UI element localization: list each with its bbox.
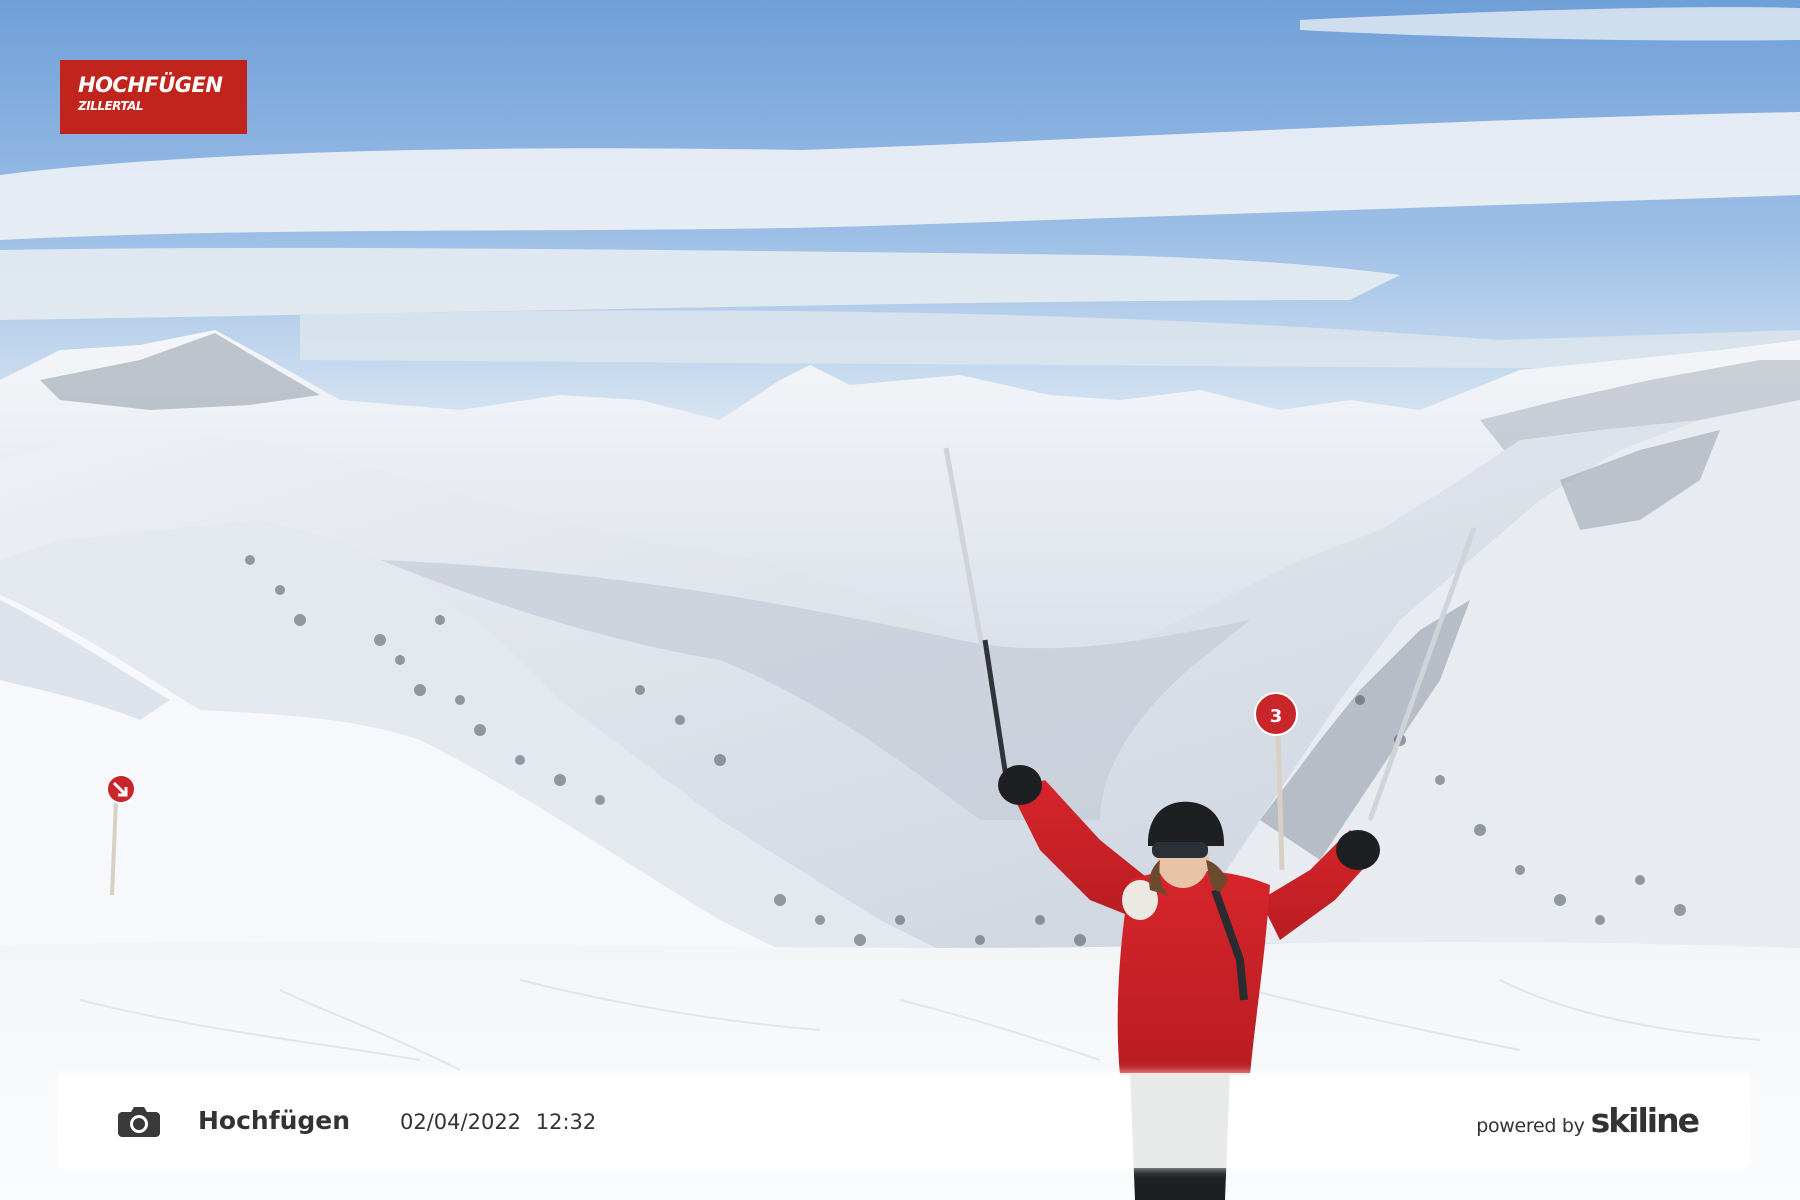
- glove-left: [998, 765, 1042, 805]
- piste-number: 3: [1270, 706, 1283, 727]
- logo-subtitle: ZILLERTAL: [78, 99, 144, 113]
- skiline-logo: skiline: [1590, 1101, 1700, 1140]
- skier-goggles: [1152, 842, 1208, 858]
- camera-icon: [118, 1107, 160, 1137]
- glove-right: [1336, 830, 1380, 870]
- mountain-scene: 3: [0, 0, 1800, 1200]
- timestamp: 02/04/2022 12:32: [400, 1110, 596, 1134]
- webcam-photo: 3 HOCHFÜGEN ZILLERTAL Hochfügen 02/04/20…: [0, 0, 1800, 1200]
- photo-time: 12:32: [535, 1110, 597, 1134]
- location-name: Hochfügen: [198, 1106, 351, 1135]
- powered-by-label: powered by: [1476, 1115, 1585, 1137]
- powered-by-credit: powered by skiline: [1476, 1101, 1700, 1140]
- caption-bar: Hochfügen 02/04/2022 12:32 powered by ski…: [58, 1073, 1750, 1168]
- photo-date: 02/04/2022: [400, 1110, 522, 1134]
- resort-logo: HOCHFÜGEN ZILLERTAL: [60, 60, 247, 134]
- logo-title: HOCHFÜGEN: [78, 73, 223, 97]
